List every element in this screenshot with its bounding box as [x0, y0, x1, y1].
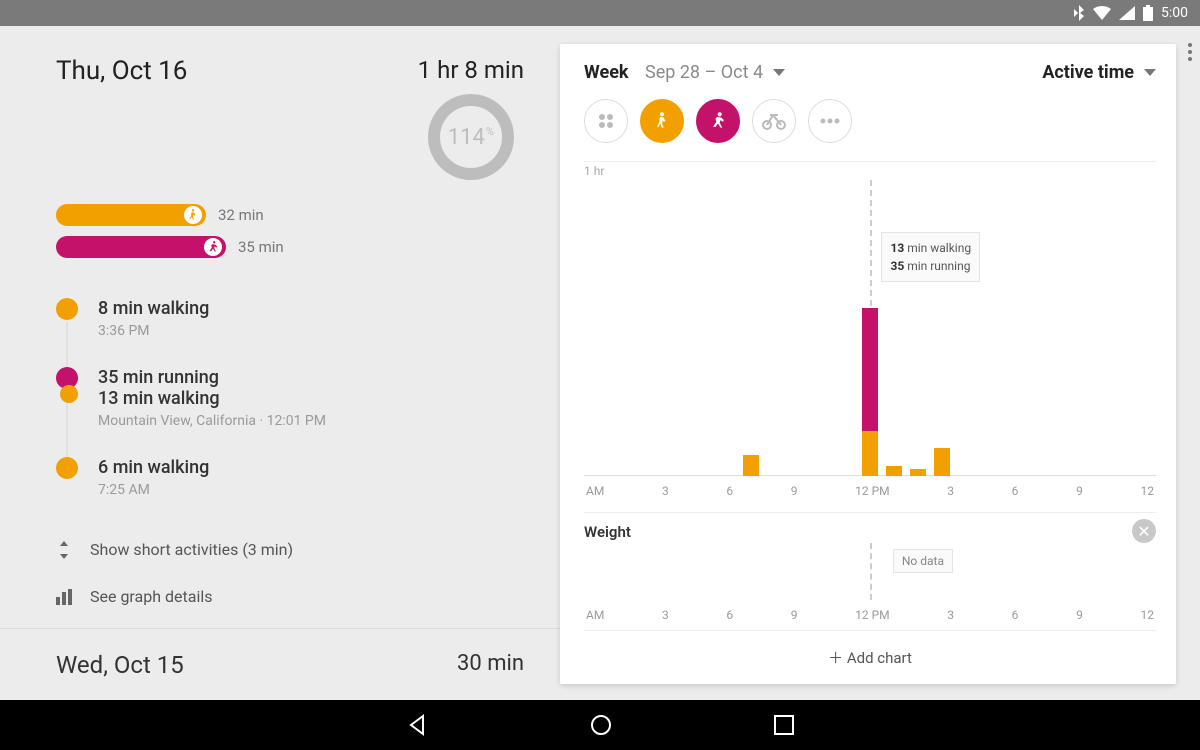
wifi-icon — [1093, 6, 1111, 20]
x-tick: 12 — [1140, 608, 1154, 622]
timeline-subtitle: Mountain View, California · 12:01 PM — [98, 413, 524, 429]
x-axis: AM 3 6 9 12 PM 3 6 9 12 — [584, 484, 1156, 498]
timeline-subtitle: 7:25 AM — [98, 482, 524, 498]
prev-day-total: 30 min — [457, 651, 524, 679]
chart-bar — [886, 466, 902, 477]
y-axis-label: 1 hr — [584, 164, 604, 178]
filter-run-button[interactable] — [696, 99, 740, 143]
action-label: See graph details — [90, 587, 212, 606]
walk-bar-label: 32 min — [218, 206, 264, 224]
timeline-subtitle: 3:36 PM — [98, 323, 524, 339]
run-bar — [56, 236, 226, 258]
run-icon — [204, 238, 222, 256]
timeline-title: 13 min walking — [98, 388, 524, 409]
activity-breakdown-bars: 32 min 35 min — [56, 204, 524, 258]
timeline-title: 6 min walking — [98, 457, 524, 478]
bar-chart-icon — [56, 589, 72, 605]
goal-progress-ring: 114% — [428, 94, 514, 180]
x-tick: 6 — [726, 608, 733, 622]
overflow-menu-button[interactable] — [1178, 30, 1200, 74]
range-value: Sep 28 – Oct 4 — [645, 62, 763, 83]
run-bar-label: 35 min — [238, 238, 284, 256]
x-tick: 12 PM — [855, 484, 890, 498]
back-button[interactable] — [405, 713, 429, 737]
android-nav-bar — [0, 700, 1200, 750]
activity-timeline: 8 min walking 3:36 PM 35 min running 13 … — [56, 298, 524, 498]
x-tick: 3 — [662, 608, 669, 622]
android-status-bar: 5:00 — [0, 0, 1200, 26]
walk-icon — [184, 206, 202, 224]
filter-all-button[interactable] — [584, 99, 628, 143]
filter-more-button[interactable] — [808, 99, 852, 143]
show-short-activities-button[interactable]: Show short activities (3 min) — [56, 526, 524, 573]
date-range-selector[interactable]: Week Sep 28 – Oct 4 — [584, 62, 785, 83]
day-total-time: 1 hr 8 min — [418, 56, 524, 84]
prev-day-title: Wed, Oct 15 — [56, 651, 184, 679]
x-tick: 6 — [1012, 608, 1019, 622]
timeline-item[interactable]: 35 min running 13 min walking Mountain V… — [56, 367, 524, 429]
recents-button[interactable] — [773, 714, 795, 736]
x-tick: AM — [586, 608, 604, 622]
x-tick: 9 — [1076, 484, 1083, 498]
walk-bar — [56, 204, 206, 226]
walk-bar-row: 32 min — [56, 204, 524, 226]
home-button[interactable] — [589, 713, 613, 737]
metric-selector[interactable]: Active time — [1042, 62, 1156, 83]
add-chart-button[interactable]: ＋ Add chart — [584, 630, 1156, 684]
x-tick: AM — [586, 484, 604, 498]
x-tick: 3 — [947, 608, 954, 622]
dropdown-icon — [773, 69, 785, 76]
chart-cursor-line — [870, 543, 872, 600]
no-data-tooltip: No data — [893, 549, 953, 573]
close-weight-button[interactable]: ✕ — [1132, 519, 1156, 543]
filter-walk-button[interactable] — [640, 99, 684, 143]
day-detail-panel: Thu, Oct 16 1 hr 8 min 114% 32 min — [0, 26, 560, 700]
cell-signal-icon — [1119, 6, 1135, 20]
activity-filter-row — [584, 99, 1156, 143]
see-graph-details-button[interactable]: See graph details — [56, 573, 524, 620]
timeline-item[interactable]: 8 min walking 3:36 PM — [56, 298, 524, 339]
chart-bar — [934, 448, 950, 476]
weight-chart-section: Weight ✕ No data AM 3 6 9 12 PM 3 6 9 12 — [584, 512, 1156, 630]
chart-bar — [862, 308, 878, 476]
x-tick: 3 — [662, 484, 669, 498]
x-tick: 6 — [1012, 484, 1019, 498]
filter-bike-button[interactable] — [752, 99, 796, 143]
walk-dot-icon — [56, 457, 78, 479]
day-title: Thu, Oct 16 — [56, 56, 187, 86]
active-time-chart[interactable]: 1 hr AM 3 6 9 12 PM 3 6 9 12 13 min walking35 mi… — [584, 161, 1156, 512]
chart-card: Week Sep 28 – Oct 4 Active time 1 hr — [560, 44, 1176, 684]
timeline-title: 35 min running — [98, 367, 524, 388]
x-tick: 12 PM — [855, 608, 890, 622]
previous-day-row[interactable]: Wed, Oct 15 30 min — [56, 629, 524, 679]
x-tick: 12 — [1140, 484, 1154, 498]
walk-dot-icon — [56, 298, 78, 320]
dropdown-icon — [1144, 69, 1156, 76]
weight-title: Weight — [584, 523, 1156, 541]
x-tick: 9 — [791, 484, 798, 498]
action-label: Show short activities (3 min) — [90, 540, 293, 559]
x-tick: 6 — [726, 484, 733, 498]
battery-icon — [1143, 5, 1153, 21]
x-tick: 9 — [1076, 608, 1083, 622]
walk-dot-icon — [60, 385, 78, 403]
bluetooth-icon — [1073, 5, 1085, 21]
chart-bar — [910, 469, 926, 476]
x-tick: 3 — [947, 484, 954, 498]
x-axis: AM 3 6 9 12 PM 3 6 9 12 — [584, 608, 1156, 622]
range-label: Week — [584, 62, 629, 83]
chart-bar — [743, 455, 759, 476]
timeline-title: 8 min walking — [98, 298, 524, 319]
metric-label: Active time — [1042, 62, 1134, 83]
status-time: 5:00 — [1161, 5, 1188, 21]
expand-icon — [56, 541, 72, 559]
run-bar-row: 35 min — [56, 236, 524, 258]
timeline-item[interactable]: 6 min walking 7:25 AM — [56, 457, 524, 498]
x-tick: 9 — [791, 608, 798, 622]
chart-tooltip: 13 min walking35 min running — [881, 232, 980, 282]
